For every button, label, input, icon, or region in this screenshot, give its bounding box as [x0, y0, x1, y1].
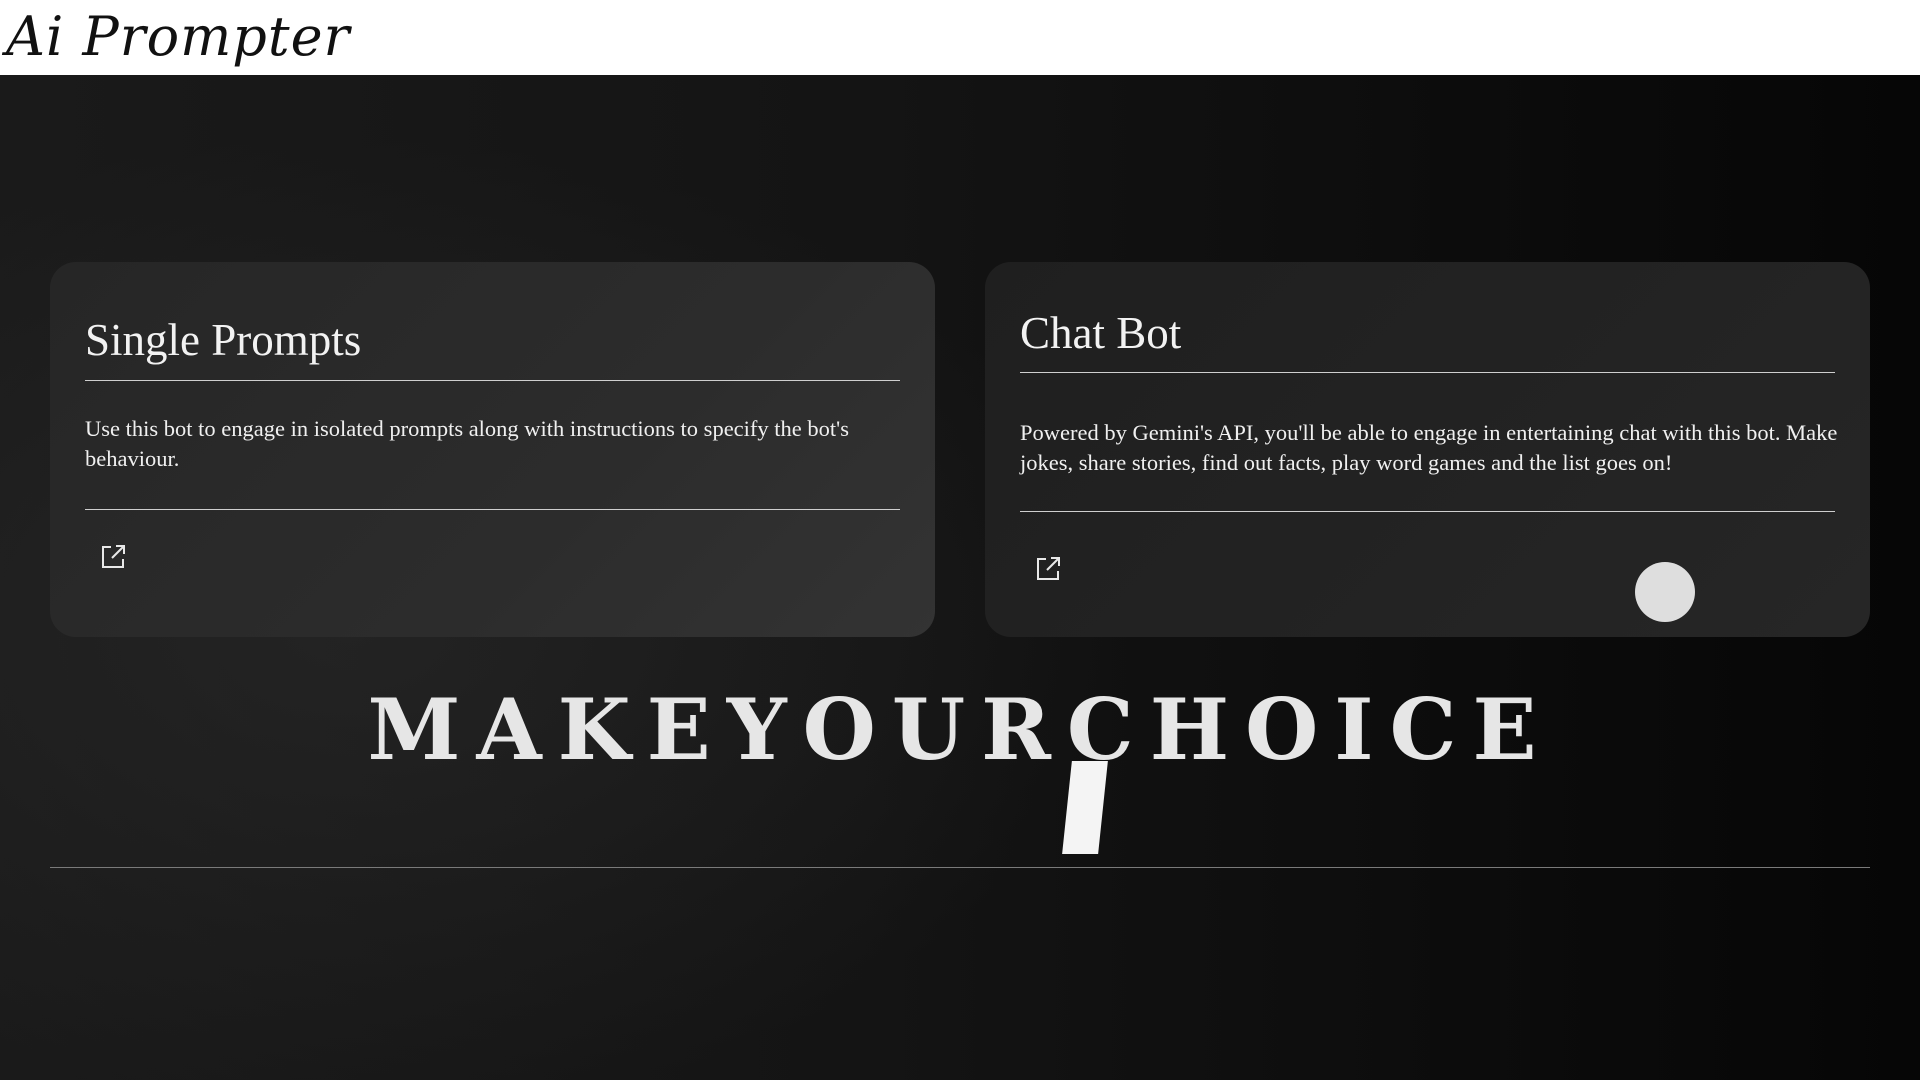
card-divider: [1020, 511, 1835, 512]
card-title: Chat Bot: [1020, 308, 1182, 358]
card-divider: [85, 380, 900, 381]
card-single-prompts[interactable]: Single Prompts Use this bot to engage in…: [50, 262, 935, 637]
header: Ai Prompter: [0, 0, 1920, 75]
app-logo[interactable]: Ai Prompter: [6, 2, 350, 72]
headline: MAKEYOURCHOICE: [367, 680, 1553, 779]
card-title: Single Prompts: [85, 315, 362, 365]
card-divider: [85, 509, 900, 510]
section-divider: [50, 867, 1870, 868]
card-chat-bot[interactable]: Chat Bot Powered by Gemini's API, you'll…: [985, 262, 1870, 637]
card-description: Use this bot to engage in isolated promp…: [85, 416, 849, 471]
external-link-icon[interactable]: [98, 542, 128, 572]
external-link-icon[interactable]: [1033, 554, 1063, 584]
card-divider: [1020, 372, 1835, 373]
main-stage: Single Prompts Use this bot to engage in…: [0, 75, 1920, 1080]
mouse-cursor-indicator: [1635, 562, 1695, 622]
card-description: Powered by Gemini's API, you'll be able …: [1020, 420, 1838, 475]
